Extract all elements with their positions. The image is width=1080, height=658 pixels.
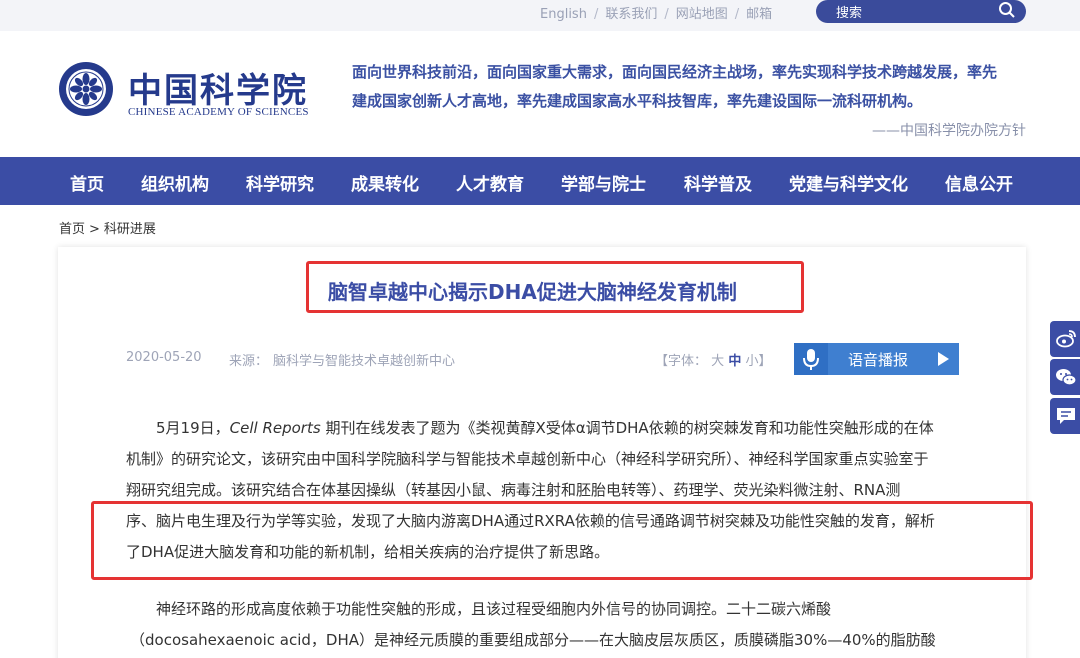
paragraph-highlight-box: [91, 501, 1033, 580]
microphone-icon: [794, 343, 828, 375]
font-size-small[interactable]: 小: [745, 354, 758, 369]
nav-item-info-disclosure[interactable]: 信息公开: [945, 170, 1013, 195]
comment-icon: [1057, 408, 1075, 424]
logo-chinese[interactable]: 中国科学院: [128, 63, 308, 112]
paragraph-line: 神经环路的形成高度依赖于功能性突触的形成，且该过程受细胞内外信号的协同调控。二十…: [156, 600, 832, 618]
font-size-suffix: 】: [758, 354, 772, 369]
slogan: 面向世界科技前沿，面向国家重大需求，面向国民经济主战场，率先实现科学技术跨越发展…: [352, 58, 1024, 116]
nav-item-home[interactable]: 首页: [70, 170, 104, 195]
font-size-control: 【字体： 大 中 小】: [655, 350, 772, 369]
font-size-medium[interactable]: 中: [728, 354, 741, 369]
share-comment[interactable]: [1050, 398, 1080, 434]
play-icon: [938, 352, 949, 366]
slogan-line: 建成国家创新人才高地，率先建成国家高水平科技智库，率先建设国际一流科研机构。: [352, 92, 923, 110]
link-english[interactable]: English: [540, 7, 587, 22]
article-paragraph-2: 神经环路的形成高度依赖于功能性突触的形成，且该过程受细胞内外信号的协同调控。二十…: [126, 594, 964, 656]
nav-item-education[interactable]: 人才教育: [456, 170, 524, 195]
nav-item-popular-science[interactable]: 科学普及: [684, 170, 752, 195]
share-wechat[interactable]: [1050, 359, 1080, 395]
search-input[interactable]: 搜索: [836, 2, 862, 21]
nav-item-research[interactable]: 科学研究: [246, 170, 314, 195]
nav-item-academicians[interactable]: 学部与院士: [561, 170, 646, 195]
top-utility-bar: English / 联系我们 / 网站地图 / 邮箱 搜索: [0, 0, 1080, 31]
separator: /: [664, 7, 669, 22]
separator: /: [593, 7, 599, 22]
nav-item-organization[interactable]: 组织机构: [141, 170, 209, 195]
search-box[interactable]: 搜索: [816, 0, 1026, 23]
speak-label: 语音播报: [848, 351, 909, 369]
slogan-source: ——中国科学院办院方针: [872, 123, 1026, 139]
cas-emblem-icon[interactable]: [58, 61, 114, 117]
main-nav: 首页 组织机构 科学研究 成果转化 人才教育 学部与院士 科学普及 党建与科学文…: [0, 157, 1080, 205]
weibo-icon: [1056, 330, 1076, 348]
nav-item-party-culture[interactable]: 党建与科学文化: [789, 170, 908, 195]
nav-item-transfer[interactable]: 成果转化: [351, 170, 419, 195]
paragraph-line: 机制》的研究论文，该研究由中国科学院脑科学与智能技术卓越创新中心（神经科学研究所…: [126, 450, 929, 468]
paragraph-line: （docosahexaenoic acid，DHA）是神经元质膜的重要组成部分—…: [130, 631, 936, 649]
text-run: 期刊在线发表了题为《类视黄醇X受体α调节DHA依赖的树突棘发育和功能性突触形成的…: [320, 419, 934, 437]
slogan-line: 面向世界科技前沿，面向国家重大需求，面向国民经济主战场，率先实现科学技术跨越发展…: [352, 63, 998, 81]
journal-name: Cell Reports: [229, 419, 321, 437]
text-run: 5月19日，: [156, 419, 230, 437]
article-date: 2020-05-20: [126, 350, 202, 365]
article-source-label: 来源：: [229, 354, 269, 369]
breadcrumb-current[interactable]: 科研进展: [104, 222, 156, 237]
link-mail[interactable]: 邮箱: [746, 7, 772, 22]
breadcrumb-home[interactable]: 首页: [59, 222, 85, 237]
share-weibo[interactable]: [1050, 321, 1080, 357]
wechat-icon: [1056, 369, 1077, 386]
logo-english[interactable]: CHINESE ACADEMY OF SCIENCES: [128, 106, 309, 118]
search-icon[interactable]: [998, 1, 1016, 19]
link-sitemap[interactable]: 网站地图: [676, 7, 728, 22]
font-size-prefix: 【字体：: [655, 354, 708, 369]
breadcrumb: 首页 > 科研进展: [59, 218, 156, 237]
title-highlight-box: [306, 261, 804, 313]
site-header: 中国科学院 CHINESE ACADEMY OF SCIENCES 面向世界科技…: [0, 31, 1080, 157]
paragraph-line: 5月19日，Cell Reports 期刊在线发表了题为《类视黄醇X受体α调节D…: [126, 413, 964, 444]
separator: /: [734, 7, 740, 22]
article-source: 脑科学与智能技术卓越创新中心: [273, 354, 456, 369]
breadcrumb-separator: >: [89, 222, 100, 237]
font-size-large[interactable]: 大: [711, 354, 724, 369]
link-contact[interactable]: 联系我们: [605, 7, 657, 22]
speak-button[interactable]: 语音播报: [794, 343, 959, 375]
top-links: English / 联系我们 / 网站地图 / 邮箱: [540, 3, 772, 22]
